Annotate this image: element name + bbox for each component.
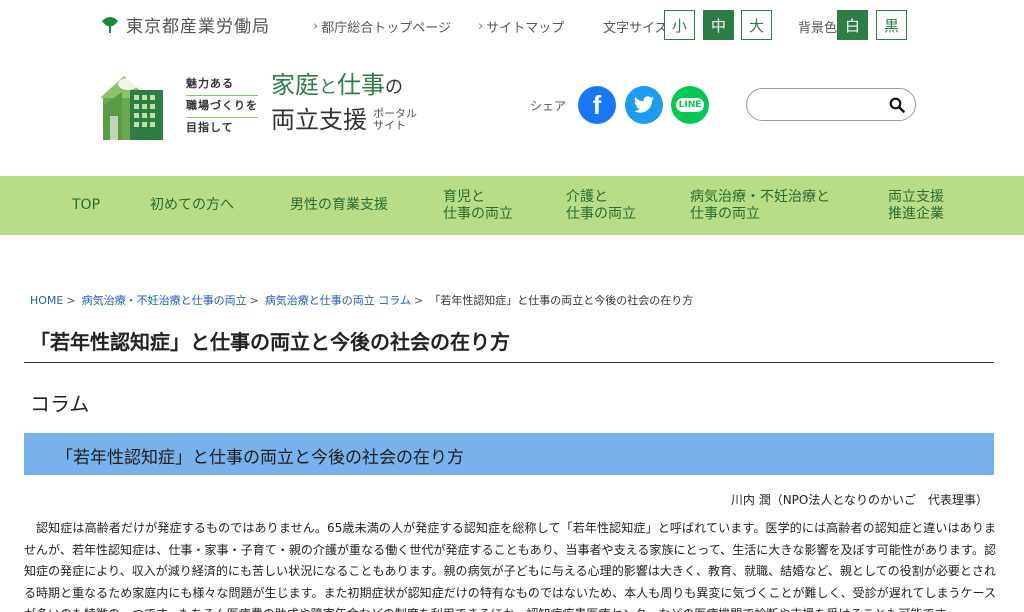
title-part-shigoto: 仕事 [337,71,385,99]
breadcrumb: HOME > 病気治療・不妊治療と仕事の両立 > 病気治療と仕事の両立 コラム … [30,292,693,308]
link-label: 都庁総合トップページ [321,21,451,36]
nav-item-male-childcare[interactable]: 男性の育業支援 [290,176,388,235]
search-input[interactable] [759,95,889,115]
breadcrumb-home-link[interactable]: HOME [30,294,63,307]
font-size-label: 文字サイズ [603,21,668,36]
breadcrumb-separator: > [66,293,76,307]
article-heading-bar: 「若年性認知症」と仕事の両立と今後の社会の在り方 [24,433,994,475]
tagline-line: 魅力ある [186,74,258,96]
nav-label: 男性の育業支援 [290,197,388,213]
nav-label-line2: 推進企業 [888,205,944,222]
nav-label: TOP [72,197,101,213]
background-color-label: 背景色 [798,21,838,36]
nav-label-line2: 仕事の両立 [443,205,513,222]
tagline-line: 目指して [186,121,234,134]
bureau-logo[interactable]: 東京都産業労働局 [100,12,270,37]
title-particle-no: の [385,77,403,98]
nav-label-line1: 両立支援 [888,188,944,205]
background-black-button[interactable]: 黒 [876,10,907,40]
link-tocho-top[interactable]: › 都庁総合トップページ [313,17,451,36]
facebook-icon: f [592,89,602,120]
tagline-line: 職場づくりを [186,96,258,118]
link-sitemap[interactable]: › サイトマップ [478,17,564,36]
nav-label-line2: 仕事の両立 [690,205,760,222]
title-part-katei: 家庭 [271,71,319,99]
article-author: 川内 潤（NPO法人となりのかいご 代表理事） [730,493,988,507]
breadcrumb-illness-link[interactable]: 病気治療・不妊治療と仕事の両立 [82,292,247,308]
title-divider [24,362,994,363]
title-line2: 両立支援 [271,106,367,134]
line-share-button[interactable]: LINE [671,86,709,124]
font-size-medium-button[interactable]: 中 [703,10,734,40]
article-heading: 「若年性認知症」と仕事の両立と今後の社会の在り方 [56,448,464,468]
ginkgo-leaf-icon [102,16,118,33]
portal-site-label: ポータル サイト [373,108,417,132]
chevron-right-icon: › [478,19,484,34]
breadcrumb-column-link[interactable]: 病気治療と仕事の両立 コラム [265,292,411,308]
search-icon[interactable] [889,97,905,113]
nav-label-line1: 育児と [443,188,485,205]
line-icon: LINE [675,98,705,112]
nav-label-line1: 病気治療・不妊治療と [690,188,830,205]
global-navigation: TOP 初めての方へ 男性の育業支援 育児と 仕事の両立 介護と 仕事の両立 病… [0,176,1024,235]
font-size-large-button[interactable]: 大 [741,10,772,40]
nav-label-line2: 仕事の両立 [566,205,636,222]
logo-tagline: 魅力ある 職場づくりを 目指して [186,74,258,140]
section-label: コラム [30,392,90,416]
breadcrumb-separator: > [413,293,424,307]
breadcrumb-current: 「若年性認知症」と仕事の両立と今後の社会の在り方 [429,294,694,307]
font-size-small-button[interactable]: 小 [664,10,695,40]
nav-item-illness-infertility-balance[interactable]: 病気治療・不妊治療と 仕事の両立 [690,176,830,235]
chevron-right-icon: › [313,19,319,34]
background-white-button[interactable]: 白 [837,10,868,40]
top-utility-bar: 東京都産業労働局 › 都庁総合トップページ › サイトマップ 文字サイズ 小 中… [0,0,1024,52]
nav-item-nursing-balance[interactable]: 介護と 仕事の両立 [566,176,636,235]
share-label: シェア [530,99,567,113]
twitter-share-button[interactable] [625,86,663,124]
site-search-box [746,88,916,121]
nav-item-promoting-companies[interactable]: 両立支援 推進企業 [888,176,944,235]
article-body: 認知症は高齢者だけが発症するものではありません。65歳未満の人が発症する認知症を… [24,521,996,612]
twitter-bird-icon [633,96,655,113]
nav-label: 初めての方へ [150,197,234,213]
house-building-logo-icon[interactable] [100,72,166,140]
facebook-share-button[interactable]: f [578,86,616,124]
page-title: 「若年性認知症」と仕事の両立と今後の社会の在り方 [30,330,510,354]
title-particle-to: と [319,77,337,98]
nav-label-line1: 介護と [566,188,608,205]
breadcrumb-separator: > [249,293,259,307]
nav-item-beginners[interactable]: 初めての方へ [150,176,234,235]
nav-item-top[interactable]: TOP [72,176,100,235]
nav-item-childcare-balance[interactable]: 育児と 仕事の両立 [443,176,513,235]
portal-site-title[interactable]: 家庭と仕事の 両立支援 ポータル サイト [271,70,417,137]
link-label: サイトマップ [486,21,565,36]
portal-label-line2: サイト [373,119,406,132]
bureau-name: 東京都産業労働局 [126,17,270,37]
